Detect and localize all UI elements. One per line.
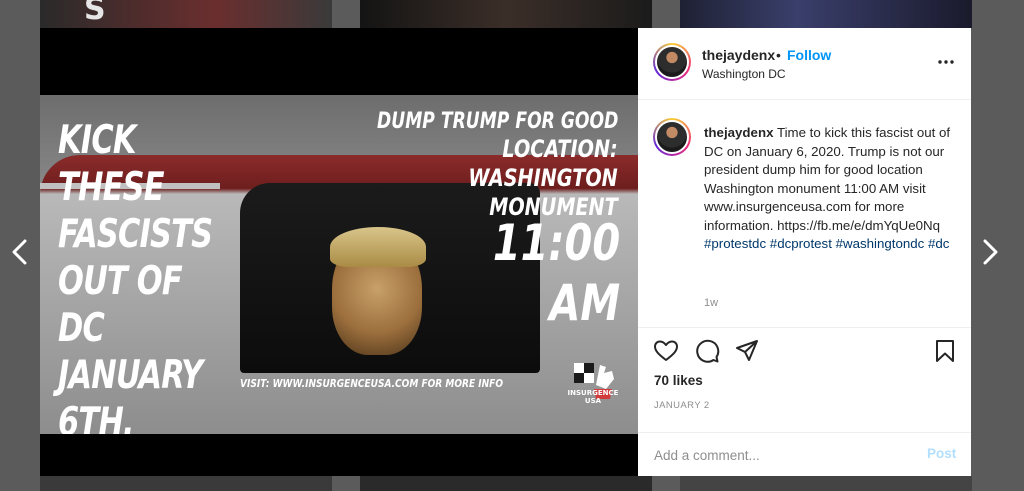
avatar[interactable] bbox=[653, 43, 691, 81]
caption-timestamp[interactable]: 1w bbox=[704, 297, 718, 309]
bookmark-icon[interactable] bbox=[932, 338, 958, 364]
avatar-image bbox=[655, 45, 689, 79]
username-link[interactable]: thejaydenx bbox=[702, 47, 775, 63]
background-post-thumbnail[interactable]: S bbox=[40, 0, 332, 28]
hashtag-link[interactable]: #washingtondc bbox=[836, 236, 925, 251]
background-post-thumbnail[interactable] bbox=[680, 476, 972, 491]
background-post-thumbnail[interactable] bbox=[360, 476, 652, 491]
hashtag-link[interactable]: #dc bbox=[928, 236, 949, 251]
hashtag-link[interactable]: #dcprotest bbox=[770, 236, 832, 251]
post-actions: 70 likes JANUARY 2 bbox=[638, 327, 971, 439]
next-post-button[interactable] bbox=[978, 236, 1002, 268]
post-sidebar: thejaydenx • Follow Washington DC thejay… bbox=[638, 28, 971, 476]
post-comment-button[interactable]: Post bbox=[927, 446, 956, 461]
background-post-thumbnail[interactable] bbox=[360, 0, 652, 28]
more-options-icon[interactable] bbox=[936, 52, 956, 72]
hashtag-link[interactable]: #protestdc bbox=[704, 236, 766, 251]
person-hair bbox=[330, 227, 426, 267]
post-header: thejaydenx • Follow Washington DC bbox=[638, 28, 971, 100]
poster-subheadline: DUMP TRUMP FOR GOOD bbox=[376, 109, 618, 134]
follow-button[interactable]: Follow bbox=[787, 47, 831, 63]
share-icon[interactable] bbox=[734, 338, 760, 364]
chevron-right-icon bbox=[983, 239, 998, 265]
comment-input[interactable] bbox=[654, 445, 904, 465]
post-media[interactable]: KICK THESE FASCISTS OUT OF DC JANUARY 6T… bbox=[40, 28, 638, 476]
likes-count[interactable]: 70 likes bbox=[654, 373, 703, 388]
location-link[interactable]: Washington DC bbox=[702, 67, 786, 81]
previous-post-button[interactable] bbox=[8, 236, 32, 268]
chevron-left-icon bbox=[12, 239, 27, 265]
caption-text: thejaydenx Time to kick this fascist out… bbox=[704, 124, 959, 254]
caption-body: Time to kick this fascist out of DC on J… bbox=[704, 125, 951, 233]
poster-location: LOCATION: WASHINGTON MONUMENT bbox=[468, 135, 618, 221]
caption-username[interactable]: thejaydenx bbox=[704, 125, 773, 140]
background-post-thumbnail[interactable] bbox=[680, 0, 972, 28]
post-date[interactable]: JANUARY 2 bbox=[654, 400, 710, 411]
logo-caption: INSURGENCE USA bbox=[567, 389, 619, 405]
avatar[interactable] bbox=[653, 118, 691, 156]
poster-visit-line: VISIT: WWW.INSURGENCEUSA.COM FOR MORE IN… bbox=[240, 377, 504, 390]
comment-form: Post bbox=[638, 432, 971, 476]
comment-icon[interactable] bbox=[694, 338, 720, 364]
caption-section: thejaydenx Time to kick this fascist out… bbox=[638, 101, 971, 327]
background-thumbnail-text: S bbox=[84, 0, 106, 27]
post-image: KICK THESE FASCISTS OUT OF DC JANUARY 6T… bbox=[40, 95, 638, 434]
separator-dot: • bbox=[776, 47, 781, 63]
avatar-image bbox=[655, 120, 689, 154]
heart-icon[interactable] bbox=[653, 338, 679, 364]
poster-headline: KICK THESE FASCISTS OUT OF DC JANUARY 6T… bbox=[58, 118, 213, 434]
poster-time: 11:00 AM bbox=[492, 214, 620, 332]
background-post-thumbnail[interactable] bbox=[40, 476, 332, 491]
